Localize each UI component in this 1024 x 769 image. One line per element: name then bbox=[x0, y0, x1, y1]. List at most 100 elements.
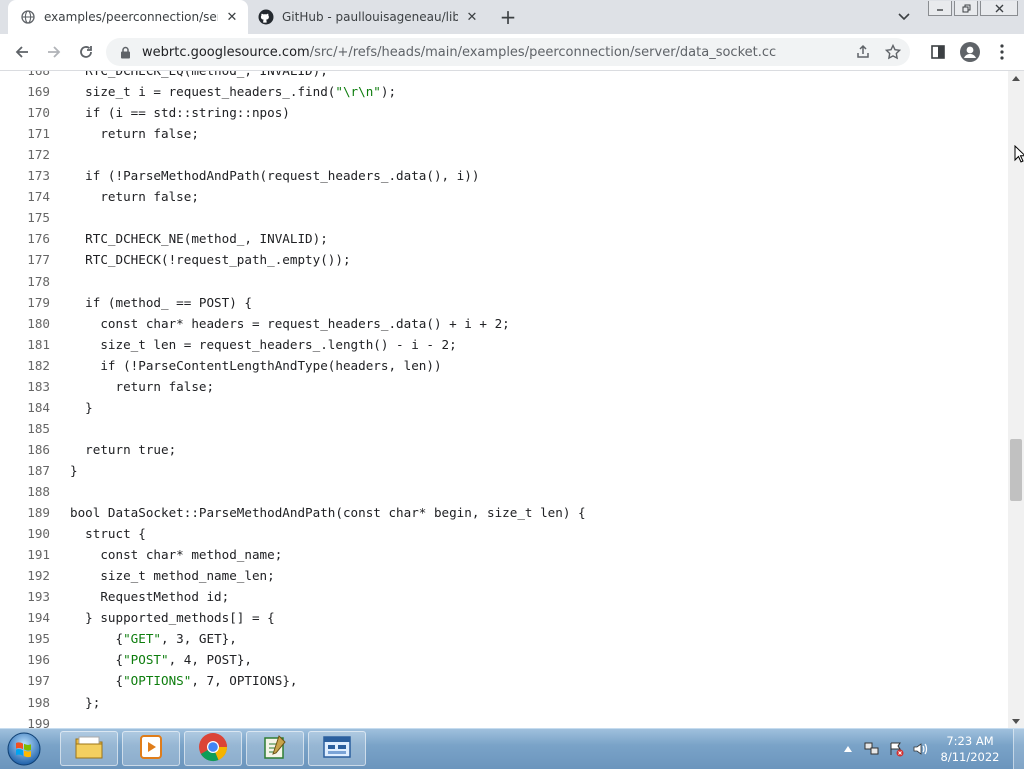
line-number[interactable]: 199 bbox=[0, 713, 50, 728]
line-number[interactable]: 186 bbox=[0, 439, 50, 460]
line-number[interactable]: 197 bbox=[0, 670, 50, 691]
line-number[interactable]: 171 bbox=[0, 123, 50, 144]
show-hidden-icons-icon[interactable] bbox=[839, 740, 857, 758]
code-line: 176 RTC_DCHECK_NE(method_, INVALID); bbox=[0, 228, 1008, 249]
code-text: return false; bbox=[70, 126, 199, 142]
line-number[interactable]: 195 bbox=[0, 628, 50, 649]
line-number[interactable]: 177 bbox=[0, 249, 50, 270]
address-bar[interactable]: webrtc.googlesource.com/src/+/refs/heads… bbox=[106, 38, 910, 66]
line-number[interactable]: 192 bbox=[0, 565, 50, 586]
code-text: return true; bbox=[70, 441, 177, 457]
line-number[interactable]: 168 bbox=[0, 71, 50, 81]
code-line: 187} bbox=[0, 460, 1008, 481]
line-number[interactable]: 172 bbox=[0, 144, 50, 165]
line-number[interactable]: 187 bbox=[0, 460, 50, 481]
line-number[interactable]: 173 bbox=[0, 165, 50, 186]
line-number[interactable]: 188 bbox=[0, 481, 50, 502]
share-icon[interactable] bbox=[854, 43, 872, 61]
kebab-menu-icon[interactable] bbox=[990, 40, 1014, 64]
code-text: {"POST", 4, POST}, bbox=[70, 652, 252, 668]
line-number[interactable]: 191 bbox=[0, 544, 50, 565]
code-line: 177 RTC_DCHECK(!request_path_.empty()); bbox=[0, 249, 1008, 270]
code-text: RTC_DCHECK_EQ(method_, INVALID); bbox=[70, 71, 328, 81]
line-number[interactable]: 184 bbox=[0, 397, 50, 418]
line-number[interactable]: 183 bbox=[0, 376, 50, 397]
line-number[interactable]: 198 bbox=[0, 692, 50, 713]
code-line: 181 size_t len = request_headers_.length… bbox=[0, 334, 1008, 355]
tab-title: examples/peerconnection/server bbox=[44, 10, 218, 24]
code-line: 191 const char* method_name; bbox=[0, 544, 1008, 565]
code-line: 171 return false; bbox=[0, 123, 1008, 144]
line-number[interactable]: 196 bbox=[0, 649, 50, 670]
taskbar-app-button[interactable] bbox=[308, 731, 366, 766]
lock-icon[interactable] bbox=[118, 45, 132, 59]
scrollbar-thumb[interactable] bbox=[1010, 439, 1022, 501]
scroll-up-icon[interactable] bbox=[1008, 71, 1024, 85]
tab-data-socket[interactable]: examples/peerconnection/server ✕ bbox=[8, 0, 248, 34]
line-number[interactable]: 182 bbox=[0, 355, 50, 376]
url-text: webrtc.googlesource.com/src/+/refs/heads… bbox=[142, 45, 776, 60]
line-number[interactable]: 175 bbox=[0, 207, 50, 228]
line-number[interactable]: 189 bbox=[0, 502, 50, 523]
code-line: 184 } bbox=[0, 397, 1008, 418]
taskbar-notepad-button[interactable] bbox=[246, 731, 304, 766]
globe-icon bbox=[20, 9, 36, 25]
code-line: 178 bbox=[0, 271, 1008, 292]
tab-github[interactable]: GitHub - paullouisageneau/libda ✕ bbox=[248, 0, 488, 34]
volume-icon[interactable] bbox=[911, 740, 929, 758]
arrow-right-icon[interactable] bbox=[42, 40, 66, 64]
code-line: 169 size_t i = request_headers_.find("\r… bbox=[0, 81, 1008, 102]
show-desktop-button[interactable] bbox=[1013, 729, 1024, 769]
line-number[interactable]: 194 bbox=[0, 607, 50, 628]
chevron-down-icon[interactable] bbox=[896, 9, 912, 25]
scroll-down-icon[interactable] bbox=[1008, 714, 1024, 728]
close-tab-icon[interactable]: ✕ bbox=[224, 9, 240, 25]
app-window-icon bbox=[322, 735, 352, 763]
line-number[interactable]: 174 bbox=[0, 186, 50, 207]
code-line: 182 if (!ParseContentLengthAndType(heade… bbox=[0, 355, 1008, 376]
line-number[interactable]: 170 bbox=[0, 102, 50, 123]
line-number[interactable]: 179 bbox=[0, 292, 50, 313]
code-line: 192 size_t method_name_len; bbox=[0, 565, 1008, 586]
line-number[interactable]: 180 bbox=[0, 313, 50, 334]
code-text: if (!ParseContentLengthAndType(headers, … bbox=[70, 357, 442, 373]
line-number[interactable]: 190 bbox=[0, 523, 50, 544]
line-number[interactable]: 185 bbox=[0, 418, 50, 439]
taskbar-chrome-button[interactable] bbox=[184, 731, 242, 766]
action-center-icon[interactable] bbox=[887, 740, 905, 758]
code-line: 183 return false; bbox=[0, 376, 1008, 397]
line-number[interactable]: 176 bbox=[0, 228, 50, 249]
tab-title: GitHub - paullouisageneau/libda bbox=[282, 10, 458, 24]
arrow-left-icon[interactable] bbox=[10, 40, 34, 64]
reload-icon[interactable] bbox=[74, 40, 98, 64]
media-player-icon bbox=[137, 733, 165, 765]
restore-icon[interactable] bbox=[954, 1, 978, 16]
profile-icon[interactable] bbox=[958, 40, 982, 64]
network-icon[interactable] bbox=[863, 740, 881, 758]
line-number[interactable]: 178 bbox=[0, 271, 50, 292]
line-number[interactable]: 169 bbox=[0, 81, 50, 102]
line-number[interactable]: 181 bbox=[0, 334, 50, 355]
code-text: RequestMethod id; bbox=[70, 589, 230, 605]
code-text: const char* headers = request_headers_.d… bbox=[70, 315, 510, 331]
close-window-icon[interactable] bbox=[980, 1, 1018, 16]
minimize-icon[interactable] bbox=[928, 1, 952, 16]
line-number[interactable]: 193 bbox=[0, 586, 50, 607]
taskbar-explorer-button[interactable] bbox=[60, 731, 118, 766]
code-line: 199 bbox=[0, 713, 1008, 728]
taskbar-clock[interactable]: 7:23 AM 8/11/2022 bbox=[935, 733, 1005, 765]
close-tab-icon[interactable]: ✕ bbox=[464, 9, 480, 25]
code-text: {"OPTIONS", 7, OPTIONS}, bbox=[70, 673, 298, 689]
start-button[interactable] bbox=[4, 730, 44, 768]
code-line: 197 {"OPTIONS", 7, OPTIONS}, bbox=[0, 670, 1008, 691]
code-line: 190 struct { bbox=[0, 523, 1008, 544]
taskbar-media-player-button[interactable] bbox=[122, 731, 180, 766]
star-icon[interactable] bbox=[884, 43, 902, 61]
browser-toolbar: webrtc.googlesource.com/src/+/refs/heads… bbox=[0, 34, 1024, 71]
new-tab-button[interactable]: + bbox=[498, 5, 518, 29]
vertical-scrollbar[interactable] bbox=[1008, 71, 1024, 728]
side-panel-icon[interactable] bbox=[926, 40, 950, 64]
string-literal: "OPTIONS" bbox=[123, 673, 192, 689]
code-text: {"GET", 3, GET}, bbox=[70, 631, 237, 647]
string-literal: "\r\n" bbox=[335, 84, 381, 100]
